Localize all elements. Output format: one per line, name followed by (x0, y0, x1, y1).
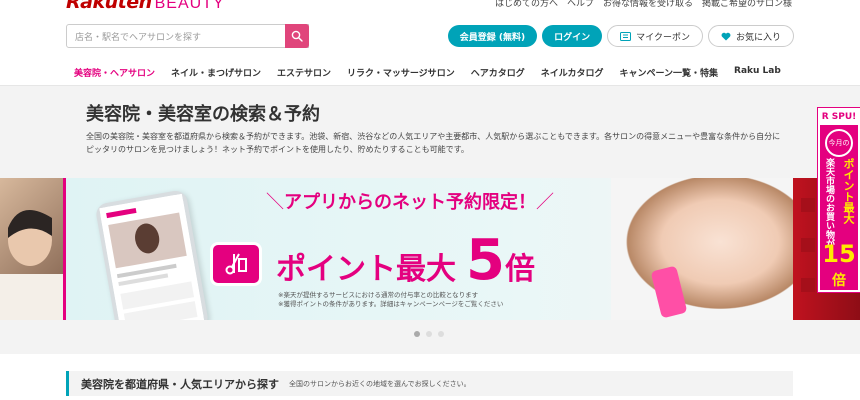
login-button[interactable]: ログイン (542, 25, 603, 47)
banner-headline: ＼アプリからのネット予約限定！／ (266, 188, 554, 214)
search-box (66, 24, 309, 49)
page: Rakuten BEAUTY はじめての方へ ヘルプ お得な情報を受け取る 掲載… (0, 0, 860, 400)
banner-headline-text: アプリからのネット予約限定！ (284, 192, 536, 213)
banner-offer: ポイント最大 5 倍 (276, 228, 535, 293)
spu-side-ad[interactable]: R SPU! 今月の 楽天市場のお買い物が ポイント最大 15 倍 (817, 107, 860, 293)
nav-hair-salon[interactable]: 美容院・ヘアサロン (66, 60, 164, 87)
campaign-banner[interactable]: ＼アプリからのネット予約限定！／ ポイント最大 5 倍 ※楽天が提供するサービス… (66, 178, 793, 320)
nav-nail-eyelash[interactable]: ネイル・まつげサロン (163, 60, 269, 87)
nav-raku-lab[interactable]: Raku Lab (726, 60, 789, 87)
carousel-dot-3[interactable] (438, 331, 444, 337)
nav-relaxation[interactable]: リラク・マッサージサロン (339, 60, 463, 87)
banner-note-2: ※獲得ポイントの条件があります。詳細はキャンペーンページをご覧ください (278, 300, 504, 308)
logo-beauty: BEAUTY (154, 0, 225, 12)
page-description: 全国の美容院・美容室を都道府県から検索＆予約ができます。池袋、新宿、渋谷などの人… (86, 132, 781, 154)
spu-multiplier: 15 (822, 240, 856, 268)
my-coupon-label: マイクーポン (636, 32, 690, 43)
header-actions: 会員登録 (無料) ログイン マイクーポン お気に入り (447, 25, 794, 47)
spu-vertical-text: 楽天市場のお買い物が (824, 158, 834, 248)
page-title: 美容院・美容室の検索＆予約 (86, 104, 320, 125)
section-title: 美容院を都道府県・人気エリアから探す (81, 377, 279, 391)
heart-icon (721, 32, 731, 40)
top-links: はじめての方へ ヘルプ お得な情報を受け取る 掲載ご希望のサロン様 (495, 0, 792, 9)
banner-multiplier-unit: 倍 (504, 252, 535, 287)
model-photo (611, 178, 793, 320)
slash-right: ／ (536, 192, 554, 213)
spu-vertical-highlight: ポイント最大 (842, 158, 855, 224)
register-button[interactable]: 会員登録 (無料) (447, 25, 538, 47)
spu-this-month: 今月の (825, 129, 853, 157)
banner-multiplier: 5 (466, 228, 505, 293)
nav-hair-catalog[interactable]: ヘアカタログ (463, 60, 533, 87)
spu-multiplier-unit: 倍 (832, 273, 846, 289)
carousel-indicators (414, 331, 444, 337)
carousel-dot-1[interactable] (414, 331, 420, 337)
app-icon (210, 242, 262, 286)
area-search-header: 美容院を都道府県・人気エリアから探す 全国のサロンからお近くの地域を選んでお探し… (66, 371, 793, 396)
banner-note-1: ※楽天が提供するサービスにおける通常の付与率との比較となります (278, 291, 479, 299)
banner-notes: ※楽天が提供するサービスにおける通常の付与率との比較となります ※獲得ポイントの… (278, 291, 503, 309)
my-coupon-button[interactable]: マイクーポン (607, 25, 703, 47)
model-photo (0, 210, 63, 320)
link-first-time[interactable]: はじめての方へ (495, 0, 558, 9)
scissors-icon (225, 253, 247, 275)
link-salon-listing[interactable]: 掲載ご希望のサロン様 (702, 0, 792, 9)
search-icon (291, 30, 303, 42)
nav-nail-catalog[interactable]: ネイルカタログ (533, 60, 612, 87)
link-help[interactable]: ヘルプ (567, 0, 594, 9)
search-button[interactable] (285, 24, 309, 48)
favorites-button[interactable]: お気に入り (707, 25, 794, 47)
logo-rakuten: Rakuten (66, 0, 152, 13)
nav-esthetic[interactable]: エステサロン (269, 60, 339, 87)
spu-label: R SPU! (820, 110, 858, 125)
section-subtitle: 全国のサロンからお近くの地域を選んでお探しください。 (289, 379, 471, 388)
banner-point-text: ポイント最大 (276, 252, 456, 287)
search-input[interactable] (67, 27, 308, 49)
carousel-dot-2[interactable] (426, 331, 432, 337)
app-screen (99, 193, 205, 320)
nav-campaigns[interactable]: キャンペーン一覧・特集 (611, 60, 726, 87)
category-nav: 美容院・ヘアサロン ネイル・まつげサロン エステサロン リラク・マッサージサロン… (66, 60, 789, 87)
carousel-prev-slide[interactable] (0, 178, 66, 320)
rakuten-beauty-logo[interactable]: Rakuten BEAUTY (66, 0, 225, 13)
favorites-label: お気に入り (735, 32, 781, 43)
slash-left: ＼ (266, 192, 284, 213)
link-deals[interactable]: お得な情報を受け取る (603, 0, 693, 9)
phone-mockup (94, 189, 210, 320)
coupon-icon (620, 31, 632, 41)
